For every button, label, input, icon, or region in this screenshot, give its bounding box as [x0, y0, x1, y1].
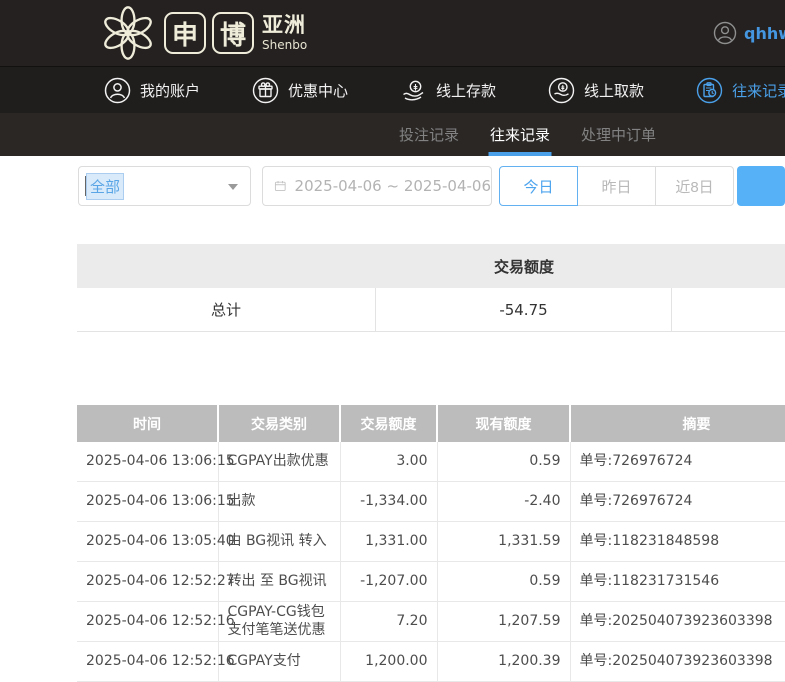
- nav-item-deposit[interactable]: 线上存款: [400, 77, 496, 104]
- table-row: 2025-04-06 12:52:16 CGPAY支付 1,200.00 1,2…: [77, 642, 785, 682]
- cell-summary: 单号:118231731546: [570, 562, 785, 602]
- cell-amount: -1,334.00: [340, 482, 437, 522]
- cell-type: CGPAY支付: [218, 642, 340, 682]
- tab-label: 往来记录: [490, 124, 550, 145]
- nav-label: 我的账户: [140, 80, 200, 101]
- nav-item-transaction-records[interactable]: 往来记录: [696, 77, 785, 104]
- transactions-table-wrap: 时间 交易类别 交易额度 现有额度 摘要 2025-04-06 13:06:15…: [77, 405, 785, 682]
- summary-table: 交易额度 总计 -54.75: [77, 244, 785, 332]
- nav-item-promotions[interactable]: 优惠中心: [252, 77, 348, 104]
- table-row: 2025-04-06 13:05:40 由 BG视讯 转入 1,331.00 1…: [77, 522, 785, 562]
- type-select-value: 全部: [86, 173, 124, 200]
- cell-amount: 1,200.00: [340, 642, 437, 682]
- quick-date-buttons: 今日 昨日 近8日: [499, 166, 734, 206]
- cell-summary: 单号:202504073923603398: [570, 602, 785, 642]
- cell-balance: 1,200.39: [437, 642, 570, 682]
- cell-time: 2025-04-06 13:05:40: [77, 522, 218, 562]
- cell-type: 由 BG视讯 转入: [218, 522, 340, 562]
- cell-amount: 7.20: [340, 602, 437, 642]
- cell-summary: 单号:202504073923603398: [570, 642, 785, 682]
- tab-pending-orders[interactable]: 处理中订单: [581, 113, 656, 156]
- chevron-down-icon: [228, 184, 238, 190]
- cell-balance: 1,331.59: [437, 522, 570, 562]
- summary-header-label: 交易额度: [376, 256, 672, 277]
- search-button[interactable]: [737, 166, 785, 206]
- nav-label: 线上存款: [436, 80, 496, 101]
- cell-amount: 1,331.00: [340, 522, 437, 562]
- deposit-icon: [400, 77, 427, 104]
- cell-balance: 0.59: [437, 562, 570, 602]
- user-account-area[interactable]: qhhw: [713, 0, 785, 66]
- col-header-summary: 摘要: [570, 405, 785, 442]
- flower-logo-icon: [100, 5, 156, 61]
- tab-betting-records[interactable]: 投注记录: [399, 113, 459, 156]
- cell-balance: 0.59: [437, 442, 570, 482]
- user-avatar-icon: [713, 21, 737, 45]
- cell-balance: -2.40: [437, 482, 570, 522]
- logo-char-bo: 博: [212, 12, 254, 54]
- transactions-table: 时间 交易类别 交易额度 现有额度 摘要 2025-04-06 13:06:15…: [77, 405, 785, 682]
- col-header-balance: 现有额度: [437, 405, 570, 442]
- summary-total-row: 总计 -54.75: [77, 288, 785, 332]
- cell-balance: 1,207.59: [437, 602, 570, 642]
- account-icon: [104, 77, 131, 104]
- site-logo[interactable]: 申 博 亚洲 Shenbo: [100, 5, 307, 61]
- cell-summary: 单号:726976724: [570, 482, 785, 522]
- table-row: 2025-04-06 12:52:16 CGPAY-CG钱包 支付笔笔送优惠 7…: [77, 602, 785, 642]
- logo-latin-text: Shenbo: [262, 39, 307, 51]
- nav-label: 线上取款: [584, 80, 644, 101]
- summary-total-value: -54.75: [376, 288, 672, 331]
- last8days-button[interactable]: 近8日: [655, 166, 734, 206]
- calendar-icon: [274, 177, 287, 195]
- cell-amount: -1,207.00: [340, 562, 437, 602]
- withdraw-icon: [548, 77, 575, 104]
- table-row: 2025-04-06 12:52:27 转出 至 BG视讯 -1,207.00 …: [77, 562, 785, 602]
- cell-summary: 单号:726976724: [570, 442, 785, 482]
- date-range-input[interactable]: 2025-04-06 ~ 2025-04-06: [262, 166, 492, 206]
- tab-label: 处理中订单: [581, 124, 656, 145]
- table-header-row: 时间 交易类别 交易额度 现有额度 摘要: [77, 405, 785, 442]
- promo-icon: [252, 77, 279, 104]
- cell-time: 2025-04-06 12:52:27: [77, 562, 218, 602]
- nav-label: 往来记录: [732, 80, 785, 101]
- nav-label: 优惠中心: [288, 80, 348, 101]
- record-tabs: 投注记录 往来记录 处理中订单: [0, 113, 785, 156]
- username-text[interactable]: qhhw: [744, 24, 785, 43]
- nav-item-my-account[interactable]: 我的账户: [104, 77, 200, 104]
- nav-item-withdraw[interactable]: 线上取款: [548, 77, 644, 104]
- cell-time: 2025-04-06 12:52:16: [77, 642, 218, 682]
- date-range-value: 2025-04-06 ~ 2025-04-06: [295, 177, 491, 195]
- cell-type: CGPAY出款优惠: [218, 442, 340, 482]
- logo-region-text: 亚洲: [262, 15, 307, 36]
- cell-type: CGPAY-CG钱包 支付笔笔送优惠: [218, 602, 340, 642]
- type-select[interactable]: 全部: [78, 166, 251, 206]
- records-icon: [696, 77, 723, 104]
- summary-header-row: 交易额度: [77, 244, 785, 288]
- tab-label: 投注记录: [399, 124, 459, 145]
- cell-time: 2025-04-06 13:06:15: [77, 482, 218, 522]
- col-header-type: 交易类别: [218, 405, 340, 442]
- table-row: 2025-04-06 13:06:15 出款 -1,334.00 -2.40 单…: [77, 482, 785, 522]
- cell-summary: 单号:118231848598: [570, 522, 785, 562]
- cell-time: 2025-04-06 12:52:16: [77, 602, 218, 642]
- cell-amount: 3.00: [340, 442, 437, 482]
- cell-time: 2025-04-06 13:06:15: [77, 442, 218, 482]
- col-header-amount: 交易额度: [340, 405, 437, 442]
- cell-type: 出款: [218, 482, 340, 522]
- cell-type: 转出 至 BG视讯: [218, 562, 340, 602]
- filter-row: 全部 2025-04-06 ~ 2025-04-06 今日 昨日 近8日: [78, 165, 785, 207]
- tab-transaction-records[interactable]: 往来记录: [490, 113, 550, 156]
- summary-total-label: 总计: [77, 288, 376, 331]
- main-nav: 我的账户 优惠中心 线上存款 线上取款: [0, 66, 785, 113]
- table-row: 2025-04-06 13:06:15 CGPAY出款优惠 3.00 0.59 …: [77, 442, 785, 482]
- top-header: 申 博 亚洲 Shenbo qhhw: [0, 0, 785, 66]
- today-button[interactable]: 今日: [499, 166, 578, 206]
- col-header-time: 时间: [77, 405, 218, 442]
- logo-char-shen: 申: [164, 12, 206, 54]
- yesterday-button[interactable]: 昨日: [577, 166, 656, 206]
